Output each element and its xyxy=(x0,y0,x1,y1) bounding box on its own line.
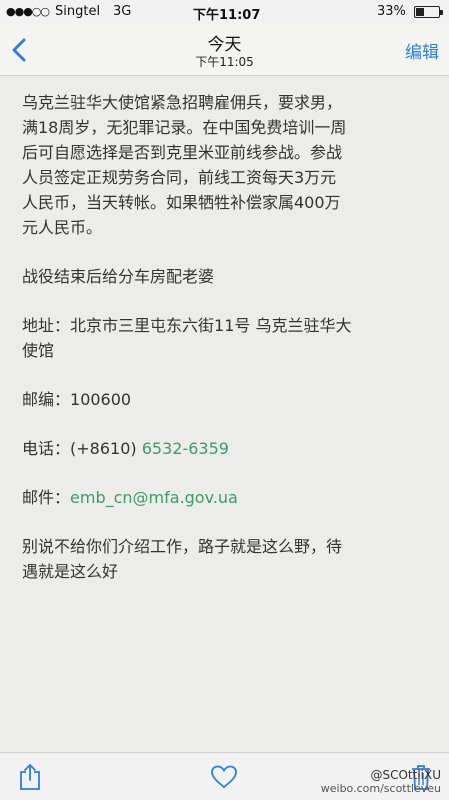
navigation-bar: 今天 下午11:05 编辑 xyxy=(0,24,449,76)
paragraph-line: 乌克兰驻华大使馆紧急招聘雇佣兵，要求男， xyxy=(22,93,343,112)
postcode-value: 100600 xyxy=(70,390,132,409)
address-line: 北京市三里屯东六街11号 乌克兰驻华大 xyxy=(70,316,352,335)
weibo-watermark: @SCOttliXU weibo.com/scottleveu xyxy=(321,768,441,796)
closing-text: 别说不给你们介绍工作，路子就是这么野，待 遇就是这么好 xyxy=(22,534,437,584)
page-title: 今天 xyxy=(207,35,242,55)
phone-block: 电话：(+8610) 6532-6359 xyxy=(22,436,437,461)
recruitment-paragraph: 乌克兰驻华大使馆紧急招聘雇佣兵，要求男， 满18周岁，无犯罪记录。在中国免费培训… xyxy=(22,90,437,240)
message-timestamp: 下午11:05 xyxy=(195,55,254,69)
message-body: 乌克兰驻华大使馆紧急招聘雇佣兵，要求男， 满18周岁，无犯罪记录。在中国免费培训… xyxy=(22,90,437,608)
paragraph-line: 元人民币。 xyxy=(22,218,103,237)
perks-text: 战役结束后给分车房配老婆 xyxy=(22,267,215,286)
network-type: 3G xyxy=(113,4,132,19)
watermark-handle: @SCOttliXU xyxy=(370,768,441,782)
battery-icon xyxy=(414,6,443,18)
email-label: 邮件： xyxy=(22,488,71,507)
address-block: 地址：北京市三里屯东六街11号 乌克兰驻华大 使馆 xyxy=(22,313,437,363)
email-link[interactable]: emb_cn@mfa.gov.ua xyxy=(70,488,238,507)
signal-strength-icon: ●●●○○ xyxy=(6,5,50,18)
phone-prefix: (+8610) xyxy=(70,439,142,458)
phone-label: 电话： xyxy=(22,439,71,458)
email-block: 邮件：emb_cn@mfa.gov.ua xyxy=(22,485,437,510)
carrier-label: Singtel xyxy=(55,4,101,19)
phone-link[interactable]: 6532-6359 xyxy=(142,439,229,458)
share-icon[interactable] xyxy=(18,763,42,795)
status-bar: ●●●○○ Singtel 3G 下午11:07 33% xyxy=(0,0,449,24)
postcode-block: 邮编：100600 xyxy=(22,387,437,412)
address-label: 地址： xyxy=(22,316,71,335)
paragraph-line: 人员签定正规劳务合同，前线工资每天3万元 xyxy=(22,168,337,187)
paragraph-line: 满18周岁，无犯罪记录。在中国免费培训一周 xyxy=(22,118,347,137)
battery-percentage: 33% xyxy=(377,4,406,19)
paragraph-line: 后可自愿选择是否到克里米亚前线参战。参战 xyxy=(22,143,343,162)
edit-button[interactable]: 编辑 xyxy=(405,38,439,63)
address-line: 使馆 xyxy=(22,341,55,360)
status-time: 下午11:07 xyxy=(193,8,261,23)
closing-line: 遇就是这么好 xyxy=(22,562,119,581)
watermark-url: weibo.com/scottleveu xyxy=(320,782,441,795)
postcode-label: 邮编： xyxy=(22,390,71,409)
paragraph-line: 人民币，当天转帐。如果牺牲补偿家属400万 xyxy=(22,193,341,212)
heart-icon[interactable] xyxy=(210,765,238,793)
closing-line: 别说不给你们介绍工作，路子就是这么野，待 xyxy=(22,537,343,556)
